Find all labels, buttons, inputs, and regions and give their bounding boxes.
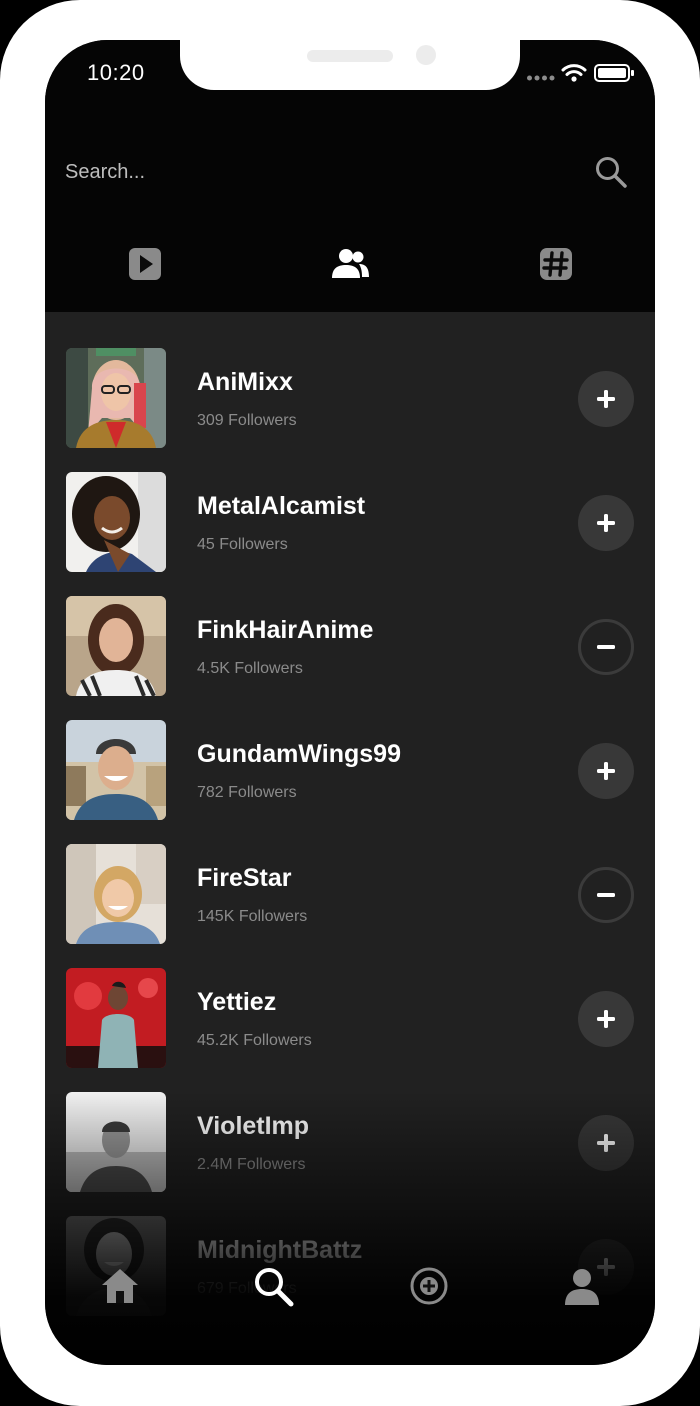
follower-count: 45.2K Followers [197, 1032, 312, 1049]
avatar[interactable] [66, 472, 166, 572]
profile-icon [565, 1269, 599, 1305]
follower-count: 4.5K Followers [197, 660, 303, 677]
username[interactable]: GundamWings99 [197, 740, 401, 769]
follow-button[interactable] [578, 495, 634, 551]
username[interactable]: MetalAlcamist [197, 492, 365, 521]
search-input[interactable] [65, 155, 565, 189]
tab-users[interactable] [330, 244, 370, 284]
username[interactable]: VioletImp [197, 1112, 309, 1141]
username[interactable]: FinkHairAnime [197, 616, 373, 645]
list-item: VioletImp 2.4M Followers [45, 1056, 655, 1192]
avatar[interactable] [66, 596, 166, 696]
nav-home[interactable] [99, 1265, 141, 1307]
hashtag-icon [540, 248, 572, 280]
minus-icon [597, 893, 615, 897]
follower-count: 309 Followers [197, 412, 297, 429]
username[interactable]: AniMixx [197, 368, 293, 397]
app-screen: 10:20 Search... AniMixx 309 Followers Me… [45, 40, 655, 1365]
list-item: FireStar 145K Followers [45, 808, 655, 944]
list-item: AniMixx 309 Followers [45, 312, 655, 448]
avatar[interactable] [66, 968, 166, 1068]
add-circle-icon [410, 1267, 448, 1305]
plus-icon [597, 1010, 615, 1028]
follow-button[interactable] [578, 991, 634, 1047]
users-icon [332, 249, 369, 278]
username[interactable]: MidnightBattz [197, 1236, 362, 1265]
plus-icon [597, 390, 615, 408]
nav-add[interactable] [408, 1265, 450, 1307]
signal-icon [527, 75, 555, 81]
username[interactable]: FireStar [197, 864, 291, 893]
unfollow-button[interactable] [578, 867, 634, 923]
wifi-icon [561, 64, 587, 76]
search-icon [255, 1268, 294, 1307]
plus-icon [597, 762, 615, 780]
follow-button[interactable] [578, 743, 634, 799]
avatar[interactable] [66, 844, 166, 944]
device-notch [180, 40, 520, 90]
unfollow-button[interactable] [578, 619, 634, 675]
tab-hashtags[interactable] [536, 244, 576, 284]
avatar[interactable] [66, 348, 166, 448]
list-item: GundamWings99 782 Followers [45, 684, 655, 820]
nav-profile[interactable] [561, 1265, 603, 1307]
list-item: Yettiez 45.2K Followers [45, 932, 655, 1068]
avatar[interactable] [66, 720, 166, 820]
follower-count: 145K Followers [197, 908, 308, 925]
follow-button[interactable] [578, 1115, 634, 1171]
speaker-grille [307, 50, 393, 62]
follow-button[interactable] [578, 371, 634, 427]
nav-search[interactable] [252, 1265, 294, 1307]
follower-count: 2.4M Followers [197, 1156, 306, 1173]
username[interactable]: Yettiez [197, 988, 276, 1017]
phone-frame: 10:20 Search... AniMixx 309 Followers Me… [0, 0, 700, 1406]
follower-count: 782 Followers [197, 784, 297, 801]
play-square-icon [129, 248, 161, 280]
home-icon [102, 1269, 138, 1303]
front-camera [416, 45, 436, 65]
plus-icon [597, 514, 615, 532]
list-item: MetalAlcamist 45 Followers [45, 436, 655, 572]
status-time: 10:20 [87, 60, 145, 85]
search-icon[interactable] [594, 155, 628, 189]
plus-icon [597, 1134, 615, 1152]
tab-videos[interactable] [125, 244, 165, 284]
minus-icon [597, 645, 615, 649]
avatar[interactable] [66, 1092, 166, 1192]
battery-icon [594, 64, 634, 82]
status-icons [527, 64, 634, 82]
list-item: FinkHairAnime 4.5K Followers [45, 560, 655, 696]
follower-count: 45 Followers [197, 536, 288, 553]
